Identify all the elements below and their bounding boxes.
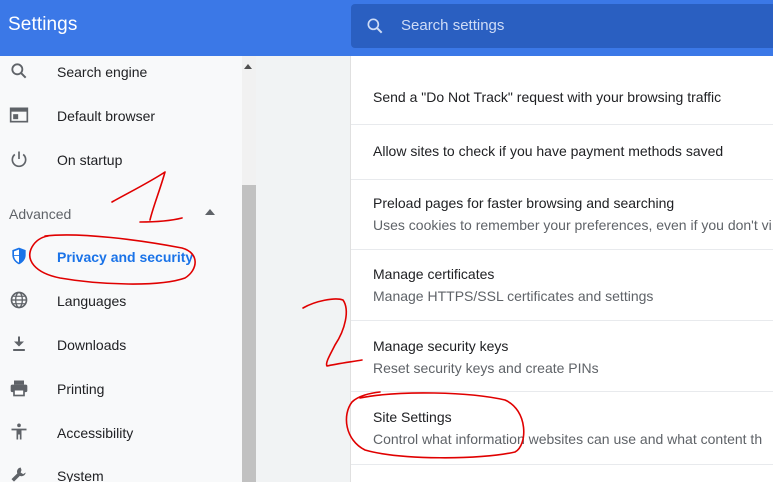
sidebar-item-label: Downloads (57, 337, 127, 353)
sidebar-scrollbar-thumb[interactable] (242, 185, 256, 482)
search-input[interactable]: Search settings (401, 17, 504, 34)
sidebar-item-label: Search engine (57, 64, 148, 80)
search-icon (11, 63, 27, 79)
sidebar-item-label: Printing (57, 381, 105, 397)
printer-icon (10, 380, 28, 397)
chevron-up-icon[interactable] (205, 209, 215, 215)
sidebar-item-label: Accessibility (57, 425, 134, 441)
settings-row-preload-pages[interactable]: Preload pages for faster browsing and se… (351, 180, 773, 250)
row-subtitle: Reset security keys and create PINs (373, 360, 599, 376)
app-header: Settings Search settings (0, 0, 773, 56)
scroll-up-arrow-icon[interactable] (244, 64, 252, 69)
sidebar-item-system[interactable]: System (0, 454, 242, 482)
sidebar-item-label: Privacy and security (57, 249, 194, 265)
power-icon (11, 151, 27, 168)
search-icon (367, 18, 383, 34)
sidebar-item-default-browser[interactable]: Default browser (0, 94, 242, 138)
settings-row-manage-security-keys[interactable]: Manage security keys Reset security keys… (351, 321, 773, 392)
row-subtitle: Manage HTTPS/SSL certificates and settin… (373, 288, 654, 304)
sidebar-item-on-startup[interactable]: On startup (0, 138, 242, 182)
wrench-icon (11, 467, 26, 482)
sidebar-item-languages[interactable]: Languages (0, 279, 242, 323)
settings-row-manage-certificates[interactable]: Manage certificates Manage HTTPS/SSL cer… (351, 250, 773, 321)
sidebar-item-printing[interactable]: Printing (0, 367, 242, 411)
accessibility-icon (11, 423, 27, 440)
shield-icon (12, 247, 26, 265)
sidebar: Search engine Default browser On startup… (0, 56, 242, 482)
row-subtitle: Uses cookies to remember your preference… (373, 217, 772, 233)
settings-row-do-not-track[interactable]: Send a "Do Not Track" request with your … (351, 56, 773, 125)
advanced-section-label[interactable]: Advanced (9, 206, 71, 222)
sidebar-item-label: On startup (57, 152, 123, 168)
sidebar-item-privacy-and-security[interactable]: Privacy and security (0, 235, 242, 279)
download-icon (13, 336, 25, 351)
row-title: Manage security keys (373, 338, 509, 354)
row-title: Site Settings (373, 409, 452, 425)
sidebar-item-label: System (57, 468, 104, 482)
row-title: Preload pages for faster browsing and se… (373, 195, 675, 211)
globe-icon (10, 291, 28, 309)
sidebar-item-downloads[interactable]: Downloads (0, 323, 242, 367)
browser-icon (9, 107, 29, 123)
row-title: Manage certificates (373, 266, 495, 282)
row-subtitle: Control what information websites can us… (373, 431, 763, 447)
settings-row-site-settings[interactable]: Site Settings Control what information w… (351, 392, 773, 465)
privacy-settings-card: Send a "Do Not Track" request with your … (350, 56, 773, 482)
sidebar-item-label: Languages (57, 293, 127, 309)
sidebar-item-search-engine[interactable]: Search engine (0, 56, 242, 94)
app-title: Settings (8, 14, 78, 35)
sidebar-item-label: Default browser (57, 108, 156, 124)
search-box[interactable]: Search settings (351, 4, 773, 48)
sidebar-item-accessibility[interactable]: Accessibility (0, 411, 242, 455)
row-title: Allow sites to check if you have payment… (373, 143, 724, 159)
row-title: Send a "Do Not Track" request with your … (373, 89, 722, 105)
settings-row-payment-methods[interactable]: Allow sites to check if you have payment… (351, 124, 773, 180)
